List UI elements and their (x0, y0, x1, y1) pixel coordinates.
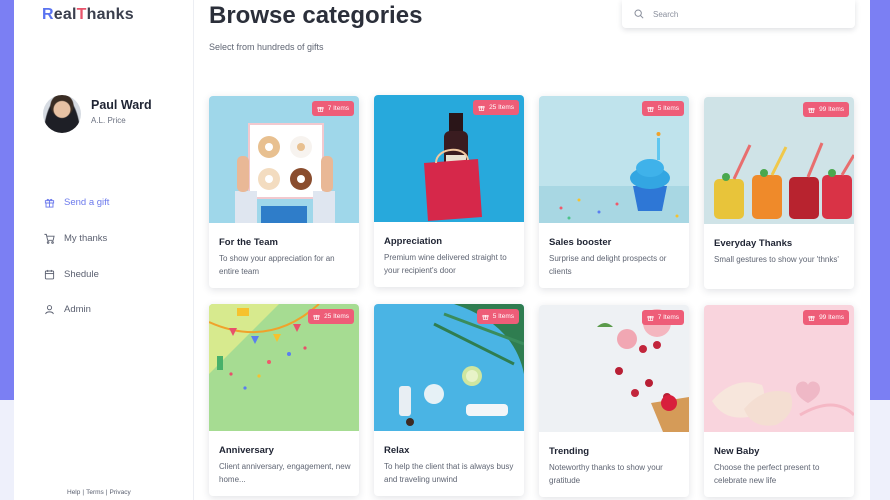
category-card-sales-booster[interactable]: 5 Items Sales booster Surprise and delig… (539, 96, 689, 288)
avatar[interactable] (43, 95, 81, 133)
search-box[interactable] (622, 0, 855, 28)
item-count: 7 Items (327, 105, 349, 112)
card-title: Everyday Thanks (714, 238, 793, 249)
gift-icon (313, 314, 320, 320)
item-count: 5 Items (492, 313, 514, 320)
active-nav-indicator (0, 191, 3, 215)
category-card-everyday-thanks[interactable]: 99 Items Everyday Thanks Small gestures … (704, 97, 854, 289)
card-description: Noteworthy thanks to show your gratitude (549, 463, 663, 485)
app-logo[interactable]: RealThanks (42, 6, 134, 24)
sidebar-item-label: My thanks (64, 233, 108, 244)
calendar-icon (44, 269, 55, 280)
category-card-trending[interactable]: 7 Items Trending Noteworthy thanks to sh… (539, 305, 689, 497)
user-icon (45, 305, 54, 315)
sidebar-item-label: Send a gift (64, 197, 110, 208)
item-count: 99 Items (819, 314, 844, 321)
sidebar: RealThanks Paul Ward A.L. Price Send a g… (0, 0, 194, 500)
gift-icon (317, 106, 324, 112)
item-count-badge: 5 Items (476, 309, 519, 324)
item-count-badge: 5 Items (641, 101, 684, 116)
card-description: To show your appreciation for an entire … (219, 254, 335, 276)
category-card-appreciation[interactable]: 25 Items Appreciation Premium wine deliv… (374, 95, 524, 287)
item-count: 25 Items (324, 313, 349, 320)
card-title: For the Team (219, 237, 278, 248)
footer-separator: | (82, 489, 85, 496)
gift-icon (482, 314, 489, 320)
search-icon (634, 9, 644, 19)
page-title: Browse categories (209, 2, 423, 29)
card-description: Client anniversary, engagement, new home… (219, 462, 351, 484)
item-count: 99 Items (819, 106, 844, 113)
item-count: 5 Items (657, 105, 679, 112)
logo-letter-t: T (76, 6, 87, 23)
card-description: Surprise and delight prospects or client… (549, 254, 667, 276)
user-name: Paul Ward (91, 98, 152, 112)
sidebar-item-admin[interactable]: Admin (44, 304, 91, 315)
item-count-badge: 7 Items (311, 101, 354, 116)
user-role: A.L. Price (91, 116, 126, 125)
gift-icon (808, 315, 815, 321)
item-count-badge: 7 Items (641, 310, 684, 325)
gift-icon (808, 107, 815, 113)
gift-icon (647, 315, 654, 321)
gift-icon (478, 105, 485, 111)
sidebar-item-my-thanks[interactable]: My thanks (44, 233, 107, 244)
item-count: 7 Items (657, 314, 679, 321)
item-count-badge: 99 Items (803, 310, 849, 325)
card-description: Premium wine delivered straight to your … (384, 253, 507, 275)
gift-icon (44, 198, 55, 208)
card-description: Choose the perfect present to celebrate … (714, 463, 820, 485)
sidebar-item-send-gift[interactable]: Send a gift (44, 197, 109, 208)
card-title: New Baby (714, 446, 760, 457)
app-window: RealThanks Paul Ward A.L. Price Send a g… (0, 0, 870, 500)
logo-part: hanks (86, 6, 134, 23)
footer-separator: | (105, 489, 108, 496)
privacy-link[interactable]: Privacy (109, 489, 130, 496)
item-count-badge: 99 Items (803, 102, 849, 117)
card-title: Trending (549, 446, 590, 457)
card-title: Appreciation (384, 236, 443, 247)
search-input[interactable] (653, 9, 833, 19)
logo-part: eal (53, 6, 77, 23)
card-title: Relax (384, 445, 410, 456)
item-count-badge: 25 Items (473, 100, 519, 115)
category-card-new-baby[interactable]: 99 Items New Baby Choose the perfect pre… (704, 305, 854, 497)
category-card-anniversary[interactable]: 25 Items Anniversary Client anniversary,… (209, 304, 359, 496)
sidebar-item-label: Admin (64, 304, 91, 315)
gift-icon (647, 106, 654, 112)
item-count: 25 Items (489, 104, 514, 111)
card-title: Sales booster (549, 237, 612, 248)
card-description: Small gestures to show your 'thnks' (714, 255, 839, 264)
footer-links: Help | Terms | Privacy (66, 489, 132, 496)
card-description: To help the client that is always busy a… (384, 462, 514, 484)
page-subtitle: Select from hundreds of gifts (209, 42, 324, 52)
help-link[interactable]: Help (67, 489, 80, 496)
sidebar-item-label: Shedule (64, 269, 99, 280)
category-card-relax[interactable]: 5 Items Relax To help the client that is… (374, 304, 524, 496)
terms-link[interactable]: Terms (86, 489, 104, 496)
sidebar-item-schedule[interactable]: Shedule (44, 269, 99, 280)
cart-icon (44, 233, 55, 244)
logo-letter-r: R (42, 6, 54, 23)
card-title: Anniversary (219, 445, 274, 456)
category-card-for-the-team[interactable]: 7 Items For the Team To show your apprec… (209, 96, 359, 288)
item-count-badge: 25 Items (308, 309, 354, 324)
